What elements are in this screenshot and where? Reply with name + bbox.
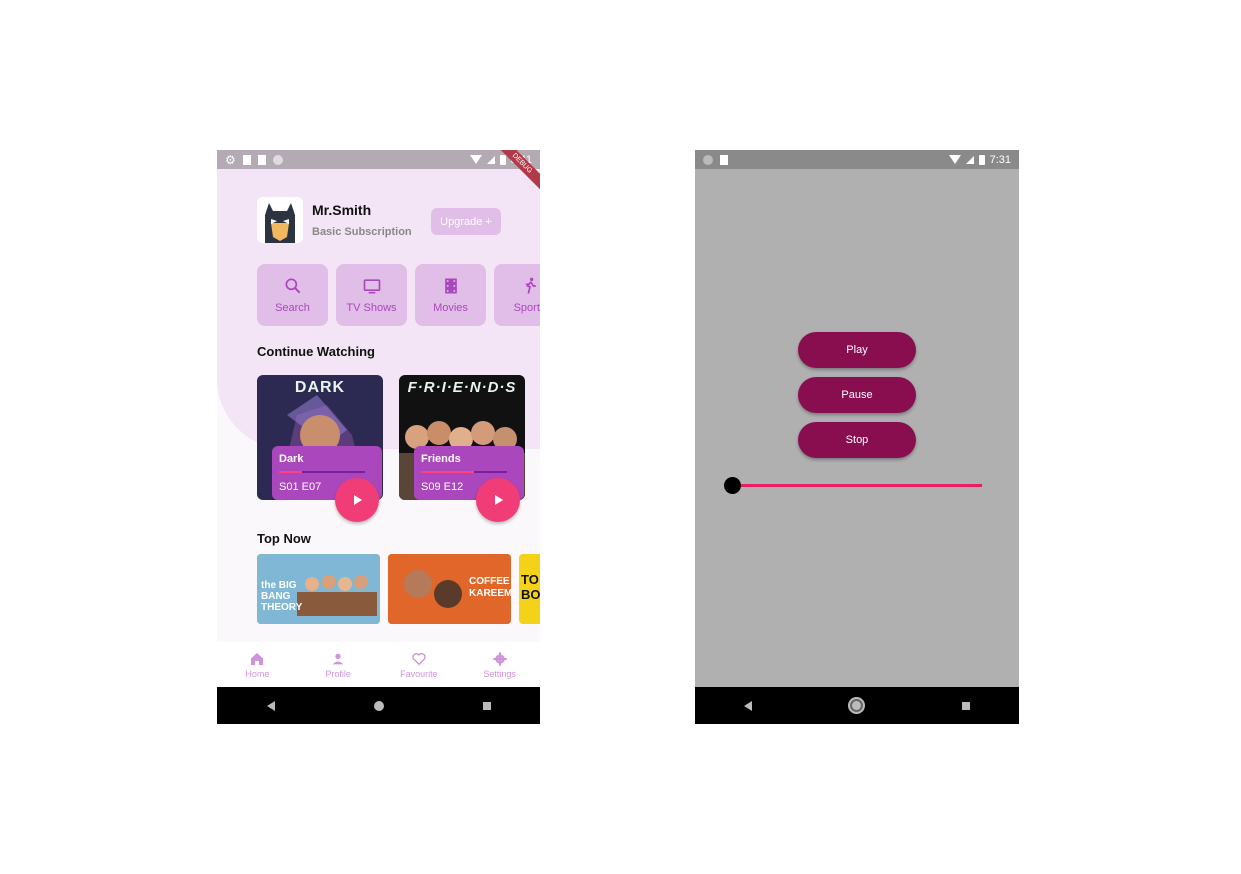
poster-text: the BIG BANG THEORY [261, 580, 303, 613]
bottom-navigation: Home Profile Favourite Settings [217, 642, 540, 687]
recents-icon[interactable] [961, 701, 970, 710]
home-circle-icon[interactable] [373, 700, 384, 711]
progress-bar [279, 471, 365, 473]
a-notification-icon [242, 154, 251, 165]
gear-icon [492, 651, 507, 666]
wifi-icon [948, 155, 961, 164]
category-label: Movies [433, 302, 468, 314]
wifi-icon [469, 155, 482, 164]
play-icon [354, 495, 362, 505]
poster-logo: F·R·I·E·N·D·S [407, 379, 517, 396]
progress-fill [279, 471, 303, 473]
nav-settings[interactable]: Settings [459, 642, 540, 687]
category-row: Search TV Shows Movies Sports [257, 264, 540, 326]
category-sports[interactable]: Sports [494, 264, 540, 326]
play-button-friends[interactable] [476, 478, 520, 522]
category-label: Search [275, 302, 310, 314]
stop-button[interactable]: Stop [798, 422, 916, 458]
play-button[interactable]: Play [798, 332, 916, 368]
audio-player-screen: 7:31 Play Pause Stop [695, 150, 1019, 724]
top-now-title: Top Now [257, 531, 311, 546]
poster-text: COFFEE KAREEM [469, 576, 511, 599]
nav-home[interactable]: Home [217, 642, 298, 687]
settings-notification-icon: ⚙ [225, 152, 236, 167]
category-label: TV Shows [346, 302, 397, 314]
signal-icon [486, 155, 495, 164]
home-icon [251, 652, 264, 665]
top-item-big-bang[interactable]: the BIG BANG THEORY [257, 554, 380, 624]
nav-profile[interactable]: Profile [298, 642, 379, 687]
episode-label: S01 E07 [279, 481, 322, 493]
back-icon[interactable] [266, 700, 275, 711]
signal-icon [965, 155, 974, 164]
nav-label: Favourite [400, 668, 438, 679]
status-time: 7:31 [989, 153, 1011, 166]
status-bar: 7:31 [695, 150, 1019, 169]
running-icon [525, 277, 536, 294]
progress-fill [421, 471, 475, 473]
circle-notification-icon [272, 154, 283, 165]
subscription-label: Basic Subscription [312, 226, 412, 238]
category-tv-shows[interactable]: TV Shows [336, 264, 407, 326]
category-search[interactable]: Search [257, 264, 328, 326]
streaming-app-screen: ⚙ 8:41 DEBUG Mr.Smith Basic Subscription… [217, 150, 540, 724]
search-icon [285, 278, 300, 294]
tv-icon [363, 279, 380, 294]
show-title: Friends [421, 453, 461, 465]
episode-label: S09 E12 [421, 481, 464, 493]
recents-icon[interactable] [482, 701, 491, 710]
upgrade-button[interactable]: Upgrade + [431, 208, 501, 235]
seek-slider-track[interactable] [732, 484, 982, 487]
avatar[interactable] [257, 197, 303, 243]
nav-label: Home [245, 668, 270, 679]
back-icon[interactable] [744, 700, 753, 711]
seek-slider-thumb[interactable] [724, 477, 741, 494]
category-label: Sports [513, 302, 540, 314]
system-navigation-bar [217, 687, 540, 724]
category-movies[interactable]: Movies [415, 264, 486, 326]
nav-label: Settings [483, 668, 516, 679]
play-button-dark[interactable] [335, 478, 379, 522]
nav-label: Profile [325, 668, 351, 679]
continue-watching-title: Continue Watching [257, 344, 375, 359]
pause-button[interactable]: Pause [798, 377, 916, 413]
heart-icon [412, 652, 426, 665]
person-icon [332, 653, 344, 664]
circle-notification-icon [703, 154, 713, 165]
poster-logo: DARK [294, 379, 346, 396]
top-item-coffee-kareem[interactable]: COFFEE KAREEM [388, 554, 511, 624]
top-item-third[interactable]: TO BO [519, 554, 540, 624]
profile-name: Mr.Smith [312, 202, 372, 218]
batman-avatar-icon [257, 197, 303, 243]
battery-icon [978, 154, 985, 165]
nav-favourite[interactable]: Favourite [379, 642, 460, 687]
film-icon [444, 278, 457, 294]
status-bar: ⚙ 8:41 [217, 150, 540, 169]
play-icon [495, 495, 503, 505]
sd-card-icon [720, 154, 728, 165]
sd-card-icon [257, 154, 266, 165]
show-title: Dark [279, 453, 304, 465]
home-circle-icon[interactable] [850, 699, 864, 712]
poster-text: TO BO [521, 572, 540, 602]
battery-icon [499, 154, 506, 165]
progress-bar [421, 471, 507, 473]
system-navigation-bar [695, 687, 1019, 724]
